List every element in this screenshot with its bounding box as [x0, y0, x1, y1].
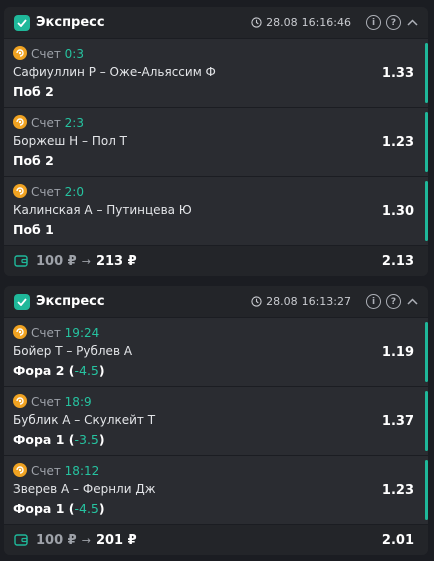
total-odds: 2.13: [381, 253, 414, 269]
market: Фора 1 (-4.5): [13, 501, 105, 516]
odds: 1.23: [381, 482, 414, 498]
arrow-icon: →: [81, 533, 91, 547]
score: 2:3: [64, 116, 84, 130]
help-icon[interactable]: ?: [386, 15, 401, 30]
bet-row[interactable]: Счет 2:0 Калинская А – Путинцева Ю Поб 1…: [4, 176, 428, 245]
teams: Зверев А – Фернли Дж: [13, 482, 156, 496]
market: Фора 1 (-3.5): [13, 432, 105, 447]
card-footer: 100 ₽ → 213 ₽ 2.13: [4, 245, 428, 276]
chevron-up-icon[interactable]: [407, 19, 418, 26]
payout-amount: 213 ₽: [95, 253, 137, 269]
total-odds: 2.01: [381, 532, 414, 548]
score-label: Счет: [31, 464, 61, 478]
market: Поб 2: [13, 153, 54, 168]
score-label: Счет: [31, 185, 61, 199]
chevron-up-icon[interactable]: [407, 298, 418, 305]
score-label: Счет: [31, 116, 61, 130]
bet-row[interactable]: Счет 19:24 Бойер Т – Рублев А Фора 2 (-4…: [4, 317, 428, 386]
live-icon: [13, 46, 27, 60]
odds: 1.23: [381, 134, 414, 150]
teams: Бойер Т – Рублев А: [13, 344, 133, 358]
score-label: Счет: [31, 395, 61, 409]
accent-bar: [425, 460, 428, 520]
time: 16:16:46: [301, 16, 351, 29]
card-title: Экспресс: [36, 294, 105, 309]
accent-bar: [425, 181, 428, 241]
score: 2:0: [64, 185, 84, 199]
checkmark-icon: [14, 293, 30, 310]
accent-bar: [425, 391, 428, 451]
live-icon: [13, 394, 27, 408]
score-label: Счет: [31, 47, 61, 61]
bet-row[interactable]: Счет 18:12 Зверев А – Фернли Дж Фора 1 (…: [4, 455, 428, 524]
card-title: Экспресс: [36, 15, 105, 30]
help-icon[interactable]: ?: [386, 294, 401, 309]
wallet-icon: [14, 534, 28, 546]
score: 19:24: [64, 326, 100, 340]
date: 28.08: [266, 16, 298, 29]
card-header[interactable]: Экспресс 28.08 16:16:46 i ?: [4, 7, 428, 38]
score: 18:9: [64, 395, 92, 409]
accent-bar: [425, 43, 428, 103]
handicap: -4.5: [74, 363, 99, 378]
checkmark-icon: [14, 14, 30, 31]
live-icon: [13, 184, 27, 198]
live-icon: [13, 115, 27, 129]
accent-bar: [425, 112, 428, 172]
market: Поб 2: [13, 84, 54, 99]
market: Фора 2 (-4.5): [13, 363, 105, 378]
live-icon: [13, 325, 27, 339]
bet-row[interactable]: Счет 2:3 Боржеш Н – Пол Т Поб 2 1.23: [4, 107, 428, 176]
teams: Боржеш Н – Пол Т: [13, 134, 128, 148]
date: 28.08: [266, 295, 298, 308]
live-icon: [13, 463, 27, 477]
odds: 1.33: [381, 65, 414, 81]
odds: 1.30: [381, 203, 414, 219]
odds: 1.37: [381, 413, 414, 429]
payout-amount: 201 ₽: [95, 532, 137, 548]
stake-amount: 100 ₽: [36, 532, 77, 548]
handicap: -3.5: [74, 432, 99, 447]
odds: 1.19: [381, 344, 414, 360]
accent-bar: [425, 322, 428, 382]
wallet-icon: [14, 255, 28, 267]
handicap: -4.5: [74, 501, 99, 516]
market: Поб 1: [13, 222, 54, 237]
time: 16:13:27: [301, 295, 351, 308]
express-card: Экспресс 28.08 16:13:27 i ? Счет 19:24 Б…: [4, 286, 428, 555]
arrow-icon: →: [81, 254, 91, 268]
express-card: Экспресс 28.08 16:16:46 i ? Счет 0:3 Саф…: [4, 7, 428, 276]
score-label: Счет: [31, 326, 61, 340]
bet-row[interactable]: Счет 18:9 Бублик А – Скулкейт Т Фора 1 (…: [4, 386, 428, 455]
clock-icon: [251, 17, 262, 28]
teams: Сафиуллин Р – Оже-Альяссим Ф: [13, 65, 216, 79]
clock-icon: [251, 296, 262, 307]
timestamp: 28.08 16:13:27: [251, 295, 351, 308]
score: 18:12: [64, 464, 100, 478]
teams: Бублик А – Скулкейт Т: [13, 413, 156, 427]
stake-amount: 100 ₽: [36, 253, 77, 269]
teams: Калинская А – Путинцева Ю: [13, 203, 192, 217]
card-footer: 100 ₽ → 201 ₽ 2.01: [4, 524, 428, 555]
timestamp: 28.08 16:16:46: [251, 16, 351, 29]
bet-row[interactable]: Счет 0:3 Сафиуллин Р – Оже-Альяссим Ф По…: [4, 38, 428, 107]
info-icon[interactable]: i: [366, 15, 381, 30]
score: 0:3: [64, 47, 84, 61]
info-icon[interactable]: i: [366, 294, 381, 309]
card-header[interactable]: Экспресс 28.08 16:13:27 i ?: [4, 286, 428, 317]
